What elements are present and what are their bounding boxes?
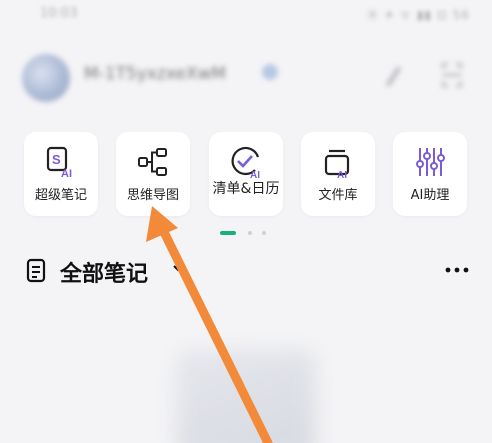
svg-text:S: S bbox=[52, 152, 61, 167]
scan-icon[interactable] bbox=[440, 60, 464, 90]
pen-icon[interactable] bbox=[380, 60, 404, 90]
tool-label: 超级笔记 bbox=[34, 188, 87, 203]
checklist-calendar-icon: AI bbox=[231, 146, 260, 180]
tool-mind-map[interactable]: 思维导图 bbox=[116, 132, 190, 216]
empty-state-illustration bbox=[176, 350, 316, 443]
svg-text:AI: AI bbox=[61, 168, 72, 180]
profile-header: M-1T5yxzxeXwM bbox=[0, 44, 492, 108]
status-icons: ⦿ ✈ ᯤ ▮▮ ⊡ 56 bbox=[366, 8, 470, 22]
mind-map-icon bbox=[138, 148, 167, 176]
tool-label: AI助理 bbox=[410, 188, 450, 203]
page-dot-active bbox=[220, 231, 236, 235]
page-dot bbox=[262, 231, 266, 235]
tool-super-note[interactable]: S AI 超级笔记 bbox=[24, 132, 98, 216]
avatar[interactable] bbox=[22, 54, 70, 102]
page-dot bbox=[248, 231, 252, 235]
file-library-ai-icon: AI bbox=[324, 149, 350, 180]
tool-file-library[interactable]: AI 文件库 bbox=[301, 132, 375, 216]
super-note-ai-icon: S AI bbox=[46, 146, 72, 180]
tool-label: 清单&日历 bbox=[212, 181, 280, 197]
verified-badge-icon bbox=[262, 64, 278, 80]
chevron-down-icon[interactable] bbox=[172, 260, 184, 276]
status-time: 10:03 bbox=[40, 6, 78, 21]
notes-list-icon bbox=[26, 258, 46, 283]
status-bar: 10:03 ⦿ ✈ ᯤ ▮▮ ⊡ 56 bbox=[0, 0, 492, 36]
tool-label: 文件库 bbox=[318, 188, 358, 203]
tool-ai-assistant[interactable]: AI助理 bbox=[393, 132, 467, 216]
more-options-icon[interactable] bbox=[444, 266, 470, 274]
section-title[interactable]: 全部笔记 bbox=[60, 256, 148, 288]
ai-assistant-sliders-icon bbox=[416, 148, 445, 176]
app-screen: 10:03 ⦿ ✈ ᯤ ▮▮ ⊡ 56 M-1T5yxzxeXwM S AI 超… bbox=[0, 0, 492, 443]
tool-checklist-calendar[interactable]: AI 清单&日历 bbox=[209, 132, 283, 216]
tool-label: 思维导图 bbox=[126, 188, 179, 203]
username[interactable]: M-1T5yxzxeXwM bbox=[84, 64, 226, 84]
svg-text:AI: AI bbox=[337, 170, 347, 180]
